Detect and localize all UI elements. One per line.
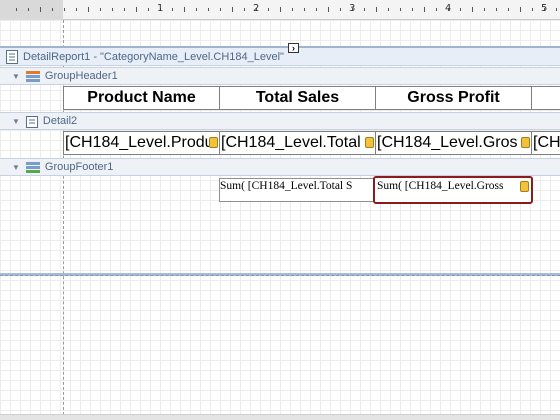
product-name-header-cell[interactable]: Product Name (63, 86, 220, 110)
field-tag-icon[interactable] (521, 137, 530, 148)
ruler-tick (52, 8, 53, 11)
sum-expression: Sum( [CH184_Level.Gross (377, 180, 504, 192)
ruler-tick (400, 8, 401, 11)
detail-band-icon (25, 115, 38, 128)
report-icon (6, 49, 18, 64)
horizontal-scrollbar[interactable] (0, 414, 560, 420)
ruler-tick (100, 8, 101, 11)
ruler-tick (340, 8, 341, 11)
detail-band-caption[interactable]: ▼ Detail2 (0, 112, 560, 130)
field-expression: [CH (533, 134, 560, 151)
detail-band-label: Detail2 (42, 115, 78, 127)
ruler-tick (316, 8, 317, 11)
ruler-tick (208, 8, 209, 11)
ruler-label: 4 (445, 3, 452, 14)
ruler-label: 5 (541, 3, 548, 14)
ruler-tick (436, 8, 437, 11)
sum-expression: Sum( [CH184_Level.Total S (220, 180, 353, 192)
ruler-tick (124, 8, 125, 11)
field-tag-icon[interactable] (209, 137, 218, 148)
total-sales-header-cell[interactable]: Total Sales (219, 86, 376, 110)
ruler-tick (520, 7, 521, 12)
ruler-tick (532, 8, 533, 11)
ruler-tick (232, 7, 233, 12)
detail-report-band-label: DetailReport1 - "CategoryName_Level.CH18… (23, 50, 284, 63)
ruler-tick (112, 8, 113, 11)
ruler-tick (328, 7, 329, 12)
ruler-tick (280, 7, 281, 12)
horizontal-ruler: 1 2 3 4 5 (0, 0, 560, 20)
product-name-field-cell[interactable]: [CH184_Level.Produ (63, 131, 220, 155)
total-sales-field-cell[interactable]: [CH184_Level.Total (219, 131, 376, 155)
ruler-tick (40, 7, 41, 12)
ruler-tick (556, 8, 557, 11)
ruler-tick (244, 8, 245, 11)
collapse-triangle-icon[interactable]: ▼ (12, 72, 20, 81)
ruler-tick (292, 8, 293, 11)
ruler-label: 1 (157, 3, 164, 14)
ruler-tick (424, 7, 425, 12)
ruler-tick (388, 8, 389, 11)
field-tag-icon[interactable] (365, 137, 374, 148)
ruler-tick (28, 8, 29, 11)
ruler-tick (304, 8, 305, 11)
field-tag-icon[interactable] (520, 181, 529, 192)
smart-tag-button[interactable]: › (288, 43, 299, 53)
ruler-tick (148, 8, 149, 11)
ruler-tick (364, 8, 365, 11)
ruler-tick (16, 8, 17, 11)
ruler-margin-zone (0, 0, 63, 20)
ruler-tick (376, 7, 377, 12)
band-bottom-separator[interactable] (0, 273, 560, 276)
field-expression: [CH184_Level.Total (221, 134, 361, 151)
ruler-label: 3 (349, 3, 356, 14)
ruler-tick (412, 8, 413, 11)
ruler-tick (88, 7, 89, 12)
field-expression: [CH184_Level.Gros (377, 134, 518, 151)
field-expression: [CH184_Level.Produ (65, 134, 214, 151)
ruler-tick (136, 7, 137, 12)
ruler-tick (496, 8, 497, 11)
ruler-tick (220, 8, 221, 11)
gross-profit-field-cell[interactable]: [CH184_Level.Gros (375, 131, 532, 155)
collapse-triangle-icon[interactable]: ▼ (12, 117, 20, 126)
ruler-tick (472, 7, 473, 12)
ruler-tick (184, 7, 185, 12)
ruler-tick (484, 8, 485, 11)
ruler-tick (172, 8, 173, 11)
group-header-icon (25, 70, 40, 82)
ruler-tick (508, 8, 509, 11)
group-footer-band-label: GroupFooter1 (44, 161, 114, 173)
ruler-tick (460, 8, 461, 11)
total-sales-sum-cell[interactable]: Sum( [CH184_Level.Total S (219, 178, 376, 202)
ruler-tick (268, 8, 269, 11)
gross-profit-sum-cell-selected[interactable]: Sum( [CH184_Level.Gross (373, 176, 533, 204)
ruler-tick (196, 8, 197, 11)
group-header-band-caption[interactable]: ▼ GroupHeader1 (0, 67, 560, 85)
gross-profit-header-cell[interactable]: Gross Profit (375, 86, 532, 110)
group-footer-icon (25, 161, 40, 173)
ruler-label: 2 (253, 3, 260, 14)
ruler-tick (76, 8, 77, 11)
group-header-band-label: GroupHeader1 (44, 70, 118, 82)
extra-header-cell[interactable] (531, 86, 560, 110)
ruler-tick (64, 8, 65, 11)
group-footer-band-caption[interactable]: ▼ GroupFooter1 (0, 158, 560, 176)
extra-field-cell[interactable]: [CH (531, 131, 560, 155)
collapse-triangle-icon[interactable]: ▼ (12, 163, 20, 172)
detail-report-band-caption[interactable]: DetailReport1 - "CategoryName_Level.CH18… (0, 46, 560, 66)
